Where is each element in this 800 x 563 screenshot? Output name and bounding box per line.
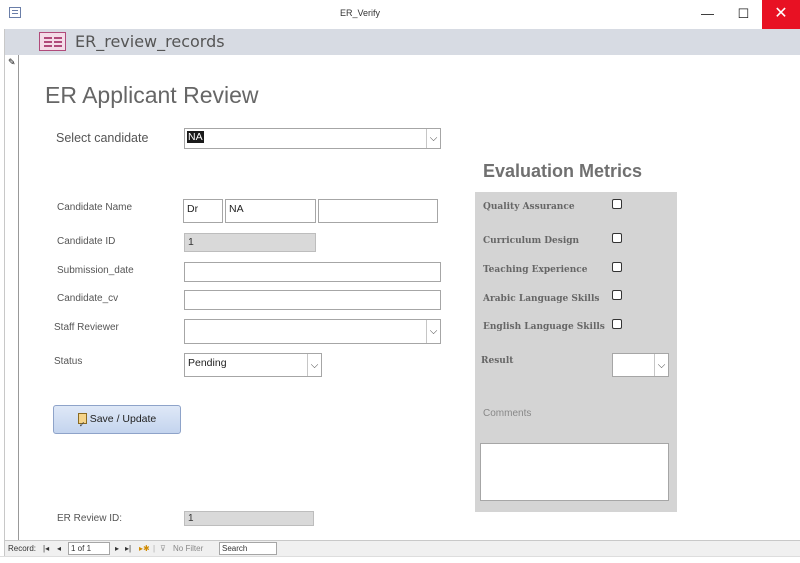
submission-date-label: Submission_date (57, 265, 134, 276)
checkbox-arabic-language-skills[interactable] (612, 290, 622, 300)
metric-label-teaching-experience: Teaching Experience (483, 265, 588, 275)
form-header: ER_review_records (5, 29, 800, 55)
checkbox-quality-assurance[interactable] (612, 199, 622, 209)
current-record-field[interactable]: 1 of 1 (68, 542, 110, 555)
result-label: Result (481, 356, 514, 366)
metric-label-curriculum-design: Curriculum Design (483, 236, 580, 246)
first-record-icon[interactable]: |◂ (43, 544, 49, 553)
page-title: ER Applicant Review (45, 82, 259, 108)
candidate-first-name-field[interactable]: NA (225, 199, 316, 223)
candidate-last-name-field[interactable] (318, 199, 438, 223)
last-record-icon[interactable]: ▸| (125, 544, 131, 553)
clipboard-check-icon (77, 411, 87, 438)
metric-label-arabic-language-skills: Arabic Language Skills (483, 294, 600, 304)
status-value: Pending (188, 357, 227, 369)
select-candidate-label: Select candidate (56, 131, 149, 145)
er-review-id-label: ER Review ID: (57, 513, 123, 524)
search-field[interactable]: Search (219, 542, 277, 555)
bottom-edge (0, 556, 800, 563)
chevron-down-icon[interactable]: ⌵ (426, 320, 440, 343)
filter-icon: ⊽ (160, 544, 166, 553)
form-icon (39, 32, 66, 51)
record-selector[interactable]: ✎ (5, 55, 19, 540)
window-title: ER_Verify (339, 8, 381, 18)
evaluation-metrics-title: Evaluation Metrics (483, 161, 643, 181)
metric-label-quality-assurance: Quality Assurance (483, 202, 575, 212)
chevron-down-icon[interactable]: ⌵ (654, 354, 668, 376)
comments-textarea[interactable] (480, 443, 669, 501)
chevron-down-icon[interactable]: ⌵ (426, 129, 440, 148)
save-update-label: Save / Update (89, 413, 157, 425)
candidate-cv-label: Candidate_cv (57, 293, 119, 304)
status-combo[interactable]: Pending ⌵ (184, 353, 322, 377)
checkbox-teaching-experience[interactable] (612, 262, 622, 272)
candidate-id-label: Candidate ID (57, 236, 116, 247)
result-combo[interactable]: ⌵ (612, 353, 669, 377)
minimize-button[interactable]: — (690, 0, 725, 29)
er-review-id-field[interactable]: 1 (184, 511, 314, 526)
select-candidate-combo[interactable]: NA ⌵ (184, 128, 441, 149)
record-label: Record: (8, 544, 37, 553)
close-button[interactable]: ✕ (762, 0, 800, 29)
candidate-name-label: Candidate Name (57, 202, 133, 213)
pencil-icon: ✎ (8, 57, 16, 67)
status-label: Status (54, 356, 83, 367)
candidate-cv-field[interactable] (184, 290, 441, 310)
window-title-bar: ER_Verify — ☐ ✕ (0, 0, 800, 29)
candidate-prefix-field[interactable]: Dr (183, 199, 223, 223)
form-header-title: ER_review_records (75, 32, 225, 51)
candidate-id-field[interactable]: 1 (184, 233, 316, 252)
submission-date-field[interactable] (184, 262, 441, 282)
comments-label: Comments (483, 408, 532, 419)
divider: | (153, 544, 156, 553)
staff-reviewer-combo[interactable]: ⌵ (184, 319, 441, 344)
maximize-button[interactable]: ☐ (726, 0, 761, 29)
chevron-down-icon[interactable]: ⌵ (307, 354, 321, 376)
checkbox-english-language-skills[interactable] (612, 319, 622, 329)
staff-reviewer-label: Staff Reviewer (54, 322, 119, 333)
evaluation-panel: Quality Assurance Curriculum Design Teac… (475, 192, 677, 512)
checkbox-curriculum-design[interactable] (612, 233, 622, 243)
new-record-icon[interactable]: ▸✱ (139, 544, 150, 553)
no-filter-button[interactable]: No Filter (173, 544, 203, 553)
record-navigation-bar: Record: |◂ ◂ 1 of 1 ▸ ▸| ▸✱ | ⊽ No Filte… (5, 540, 800, 556)
metric-label-english-language-skills: English Language Skills (483, 322, 605, 332)
previous-record-icon[interactable]: ◂ (57, 544, 61, 553)
next-record-icon[interactable]: ▸ (115, 544, 119, 553)
save-update-button[interactable]: Save / Update (53, 405, 181, 438)
select-candidate-value: NA (187, 131, 204, 143)
